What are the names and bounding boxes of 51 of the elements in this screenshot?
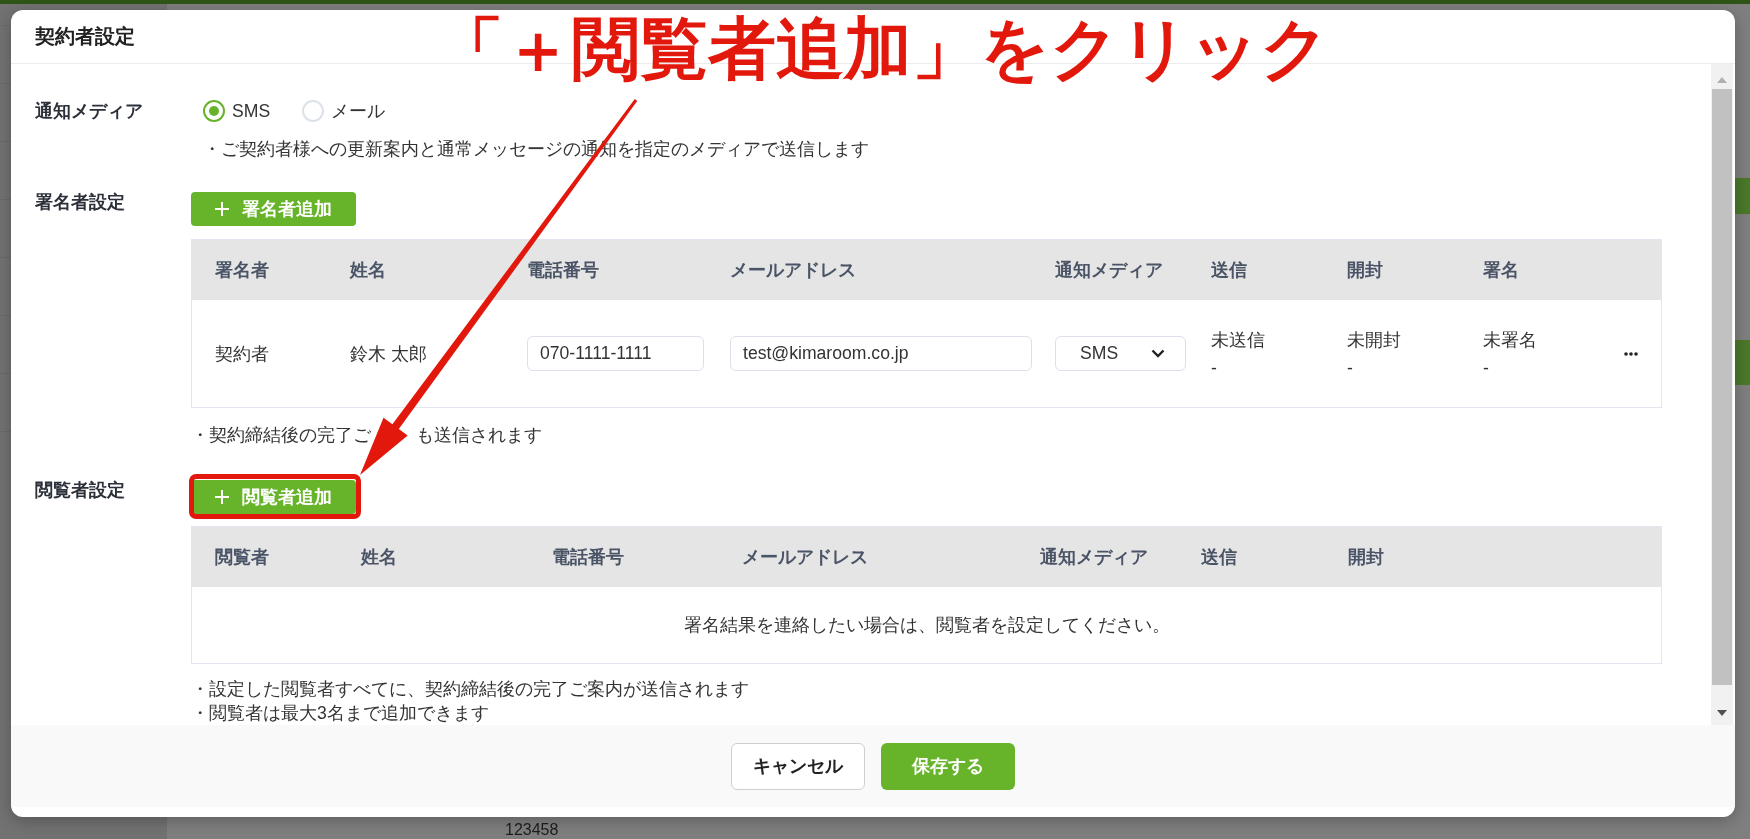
note-text: ・設定した閲覧者すべてに、契約締結後の完了ご案内が送信されます: [191, 678, 750, 701]
column-header: メールアドレス: [730, 259, 857, 282]
table-cell-text: 契約者: [215, 342, 269, 366]
scrollbar-thumb[interactable]: [1712, 89, 1732, 685]
column-header: 姓名: [361, 546, 398, 569]
status-text: 未開封: [1347, 328, 1401, 352]
field-label: 署名者設定: [35, 192, 126, 212]
plus-icon: [215, 202, 229, 216]
column-header: 通知メディア: [1055, 259, 1164, 282]
plus-icon: [215, 490, 229, 504]
column-header: 電話番号: [552, 546, 625, 569]
radio-option[interactable]: SMS: [203, 100, 271, 122]
media-select[interactable]: SMS: [1055, 336, 1186, 371]
background-bar: [1735, 178, 1750, 214]
table-cell-text: 鈴木 太郎: [350, 342, 427, 366]
column-header: 閲覧者: [215, 546, 270, 569]
scroll-down-icon[interactable]: [1717, 710, 1727, 716]
column-header: 送信: [1201, 546, 1238, 569]
column-header: 署名者: [215, 259, 270, 282]
status-text: 未署名: [1483, 328, 1537, 352]
cancel-button[interactable]: キャンセル: [731, 742, 865, 790]
field-label: 閲覧者設定: [35, 480, 126, 500]
annotation-text: 「＋閲覧者追加」をクリック: [436, 10, 1330, 86]
field-label: 通知メディア: [35, 100, 144, 121]
dialog-title: 契約者設定: [35, 24, 135, 49]
scroll-up-icon[interactable]: [1717, 77, 1727, 83]
column-header: メールアドレス: [742, 546, 869, 569]
date-text: -: [1347, 356, 1353, 380]
status-text: 未送信: [1211, 328, 1265, 352]
date-text: -: [1211, 356, 1217, 380]
radio-option[interactable]: メール: [302, 99, 386, 123]
column-header: 開封: [1347, 259, 1384, 282]
radio-icon[interactable]: [203, 100, 225, 122]
date-text: -: [1483, 356, 1489, 380]
column-header: 電話番号: [527, 259, 600, 282]
empty-message: 署名結果を連絡したい場合は、閲覧者を設定してください。: [683, 614, 1170, 637]
note-text: ・契約締結後の完了ご: [191, 424, 371, 447]
note-text: ・閲覧者は最大3名まで追加できます: [191, 702, 490, 725]
background-bar: [1735, 340, 1750, 385]
column-header: 送信: [1211, 259, 1248, 282]
column-header: 署名: [1483, 259, 1520, 282]
chevron-down-icon: [1151, 349, 1165, 358]
column-header: 姓名: [350, 259, 387, 282]
column-header: 通知メディア: [1040, 546, 1149, 569]
phone-input[interactable]: 070-1111-1111: [527, 336, 704, 371]
email-input[interactable]: test@kimaroom.co.jp: [730, 336, 1032, 371]
more-icon[interactable]: [1624, 351, 1638, 356]
note-text: も送信されます: [416, 424, 542, 447]
scrollbar[interactable]: [1711, 64, 1733, 725]
column-header: 開封: [1348, 546, 1385, 569]
background-cell-text: 123458: [504, 821, 559, 839]
